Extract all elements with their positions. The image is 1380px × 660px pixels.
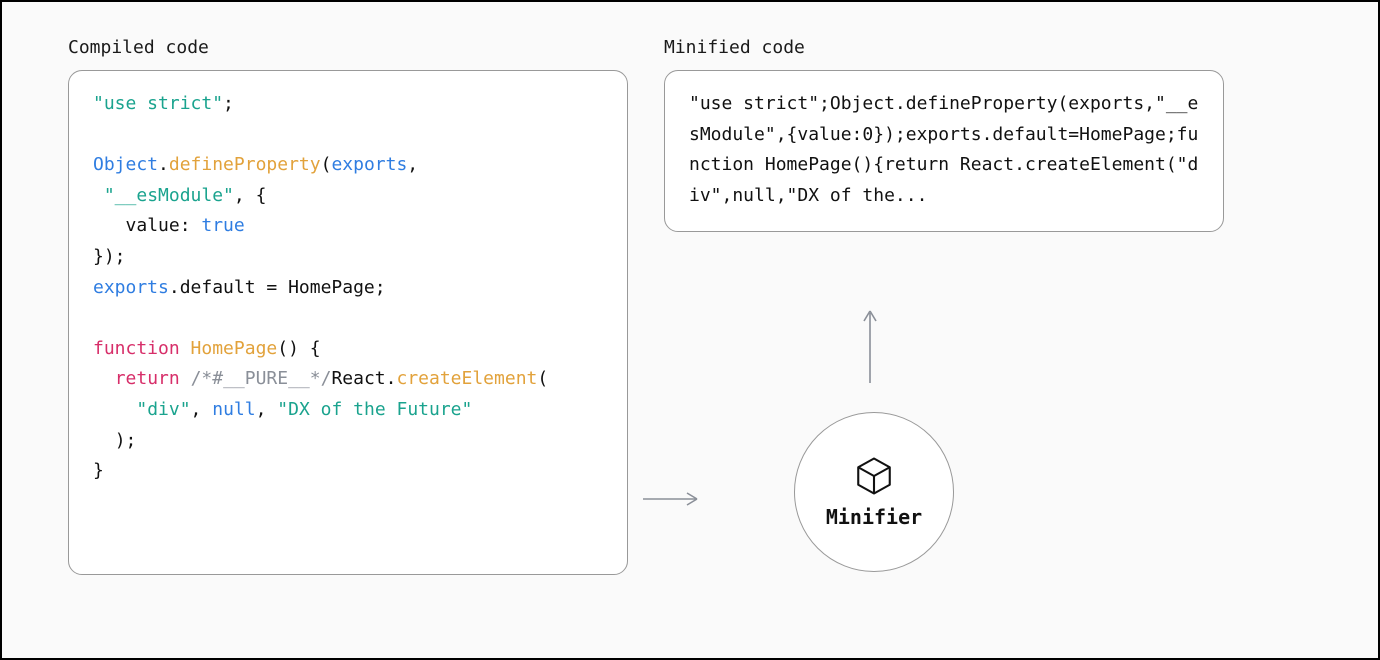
column-compiled: Compiled code "use strict"; Object.defin… <box>68 37 628 575</box>
cube-icon <box>853 455 895 497</box>
minifier-node: Minifier <box>794 412 954 572</box>
minifier-label: Minifier <box>826 505 922 529</box>
arrow-up-icon <box>860 305 880 385</box>
compiled-label: Compiled code <box>68 37 628 58</box>
columns: Compiled code "use strict"; Object.defin… <box>68 37 1312 618</box>
minified-code-box: "use strict";Object.defineProperty(expor… <box>664 70 1224 232</box>
compiled-code-box: "use strict"; Object.defineProperty(expo… <box>68 70 628 575</box>
arrow-right-icon <box>641 489 705 509</box>
diagram-frame: Compiled code "use strict"; Object.defin… <box>0 0 1380 660</box>
minified-label: Minified code <box>664 37 1312 58</box>
column-minified: Minified code "use strict";Object.define… <box>664 37 1312 232</box>
